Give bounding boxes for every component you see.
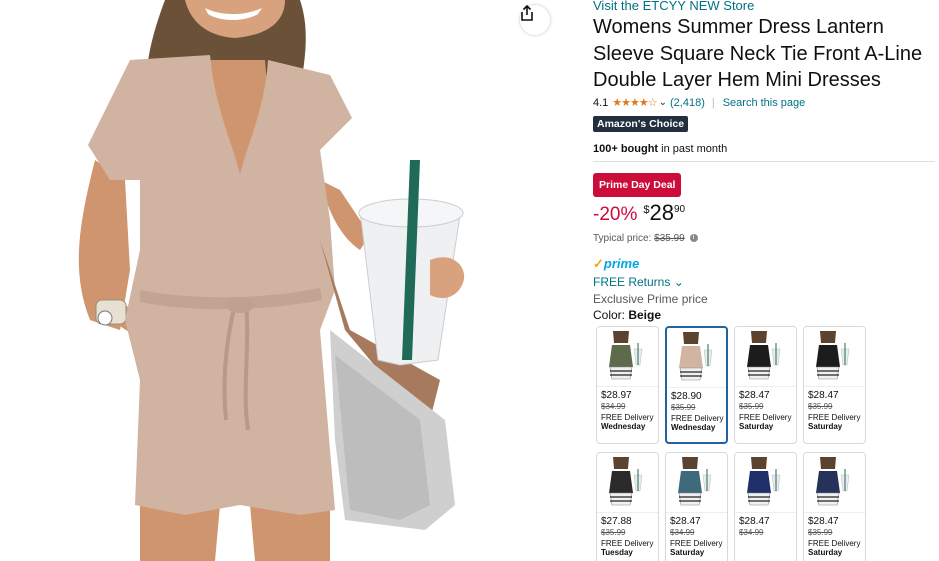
swatch-old-price: $35.99 [739, 402, 764, 411]
swatch-thumbnail [667, 328, 726, 388]
swatch-delivery-day: Saturday [739, 422, 774, 431]
swatch-info: $28.47 $35.99 FREE Delivery Saturday [739, 390, 794, 431]
typical-price: Typical price: $35.99 i [593, 233, 698, 244]
color-label: Color: [593, 308, 629, 322]
rating-separator: | [711, 96, 715, 109]
prime-word: prime [603, 256, 640, 271]
divider [593, 161, 935, 162]
swatch-info: $28.97 $34.99 FREE Delivery Wednesday [601, 390, 656, 431]
swatch-thumbnail [804, 453, 865, 513]
chevron-down-icon[interactable]: ⌄ [659, 97, 667, 108]
typical-price-value: $35.99 [654, 233, 685, 244]
amazons-choice-badge[interactable]: Amazon's Choice [593, 116, 689, 132]
color-selection-label: Color: Beige [593, 308, 661, 322]
swatch-price: $28.47 [808, 390, 839, 401]
swatch-old-price: $35.99 [601, 528, 626, 537]
color-swatch[interactable]: $28.47 $35.99 FREE Delivery Saturday [803, 326, 866, 444]
swatch-delivery: FREE Delivery [739, 413, 792, 422]
color-swatch[interactable]: $28.47 $35.99 FREE Delivery Saturday [803, 452, 866, 561]
bought-count: 100+ bought in past month [593, 143, 727, 155]
product-title: Womens Summer Dress Lantern Sleeve Squar… [593, 16, 923, 91]
swatch-delivery: FREE Delivery [808, 539, 861, 548]
info-icon[interactable]: i [689, 234, 698, 243]
swatch-delivery-day: Saturday [808, 548, 843, 557]
swatch-delivery-day: Tuesday [601, 548, 633, 557]
swatch-price: $27.88 [601, 516, 632, 527]
store-link[interactable]: Visit the ETCYY NEW Store [593, 0, 754, 13]
price-whole: 28 [649, 200, 674, 225]
product-image[interactable] [0, 0, 557, 561]
review-count-link[interactable]: (2,418) [670, 97, 705, 109]
color-swatch[interactable]: $28.97 $34.99 FREE Delivery Wednesday [596, 326, 659, 444]
exclusive-prime-price: Exclusive Prime price [593, 292, 708, 306]
swatch-price: $28.47 [670, 516, 701, 527]
swatch-info: $28.47 $35.99 FREE Delivery Saturday [808, 390, 863, 431]
swatch-old-price: $34.99 [601, 402, 626, 411]
deal-badge: Prime Day Deal [593, 173, 682, 197]
swatch-delivery: FREE Delivery [601, 539, 654, 548]
swatch-thumbnail [735, 327, 796, 387]
swatch-delivery-day: Saturday [808, 422, 843, 431]
color-swatch[interactable]: $28.47 $34.99 FREE Delivery Saturday [665, 452, 728, 561]
swatch-delivery: FREE Delivery [808, 413, 861, 422]
swatch-delivery-day: Wednesday [671, 423, 716, 432]
swatch-price: $28.47 [739, 516, 770, 527]
swatch-thumbnail [597, 327, 658, 387]
swatch-price: $28.47 [739, 390, 770, 401]
bought-count-bold: 100+ bought [593, 143, 659, 155]
price-fraction: 90 [673, 204, 686, 215]
search-page-link[interactable]: Search this page [723, 97, 806, 109]
swatch-old-price: $35.99 [808, 528, 833, 537]
swatch-delivery: FREE Delivery [670, 539, 723, 548]
product-details: Visit the ETCYY NEW Store Womens Summer … [593, 0, 939, 561]
color-swatch[interactable]: $27.88 $35.99 FREE Delivery Tuesday [596, 452, 659, 561]
swatch-info: $28.47 $34.99 FREE Delivery Saturday [670, 516, 725, 557]
bought-count-rest: in past month [658, 143, 728, 155]
swatch-info: $28.47 $34.99 [739, 516, 794, 539]
prime-check-icon: ✓ [593, 256, 604, 271]
color-swatch[interactable]: $28.90 $35.99 FREE Delivery Wednesday [665, 326, 728, 444]
discount-percent: -20% [593, 204, 638, 225]
chevron-down-icon: ⌄ [673, 275, 684, 289]
swatch-old-price: $34.99 [670, 528, 695, 537]
swatch-delivery-day: Saturday [670, 548, 705, 557]
swatch-thumbnail [804, 327, 865, 387]
color-swatch[interactable]: $28.47 $34.99 [734, 452, 797, 561]
share-icon [521, 5, 533, 21]
swatch-info: $27.88 $35.99 FREE Delivery Tuesday [601, 516, 656, 557]
color-swatch[interactable]: $28.47 $35.99 FREE Delivery Saturday [734, 326, 797, 444]
price: -20% $ 28 90 [593, 200, 685, 226]
swatch-old-price: $34.99 [739, 528, 764, 537]
swatch-thumbnail [666, 453, 727, 513]
selected-color: Beige [628, 308, 662, 322]
swatch-old-price: $35.99 [671, 403, 696, 412]
swatch-delivery-day: Wednesday [601, 422, 646, 431]
free-returns-label: FREE Returns [593, 275, 671, 289]
swatch-delivery: FREE Delivery [671, 414, 724, 423]
swatch-price: $28.47 [808, 516, 839, 527]
swatch-price: $28.90 [671, 391, 702, 402]
swatch-thumbnail [735, 453, 796, 513]
swatch-info: $28.90 $35.99 FREE Delivery Wednesday [671, 391, 724, 432]
prime-logo: ✓prime [593, 256, 639, 272]
swatch-delivery: FREE Delivery [601, 413, 654, 422]
share-button[interactable] [520, 5, 550, 35]
swatch-old-price: $35.99 [808, 402, 833, 411]
rating-row: 4.1 ★★★★☆ ⌄ (2,418) | Search this page [593, 96, 806, 110]
swatch-price: $28.97 [601, 390, 632, 401]
swatch-thumbnail [597, 453, 658, 513]
rating-value: 4.1 [593, 96, 609, 109]
product-photo [78, 0, 465, 561]
star-rating-icon[interactable]: ★★★★☆ [612, 96, 657, 109]
free-returns-link[interactable]: FREE Returns ⌄ [593, 275, 684, 289]
typical-price-label: Typical price: [593, 233, 655, 244]
swatch-info: $28.47 $35.99 FREE Delivery Saturday [808, 516, 863, 557]
